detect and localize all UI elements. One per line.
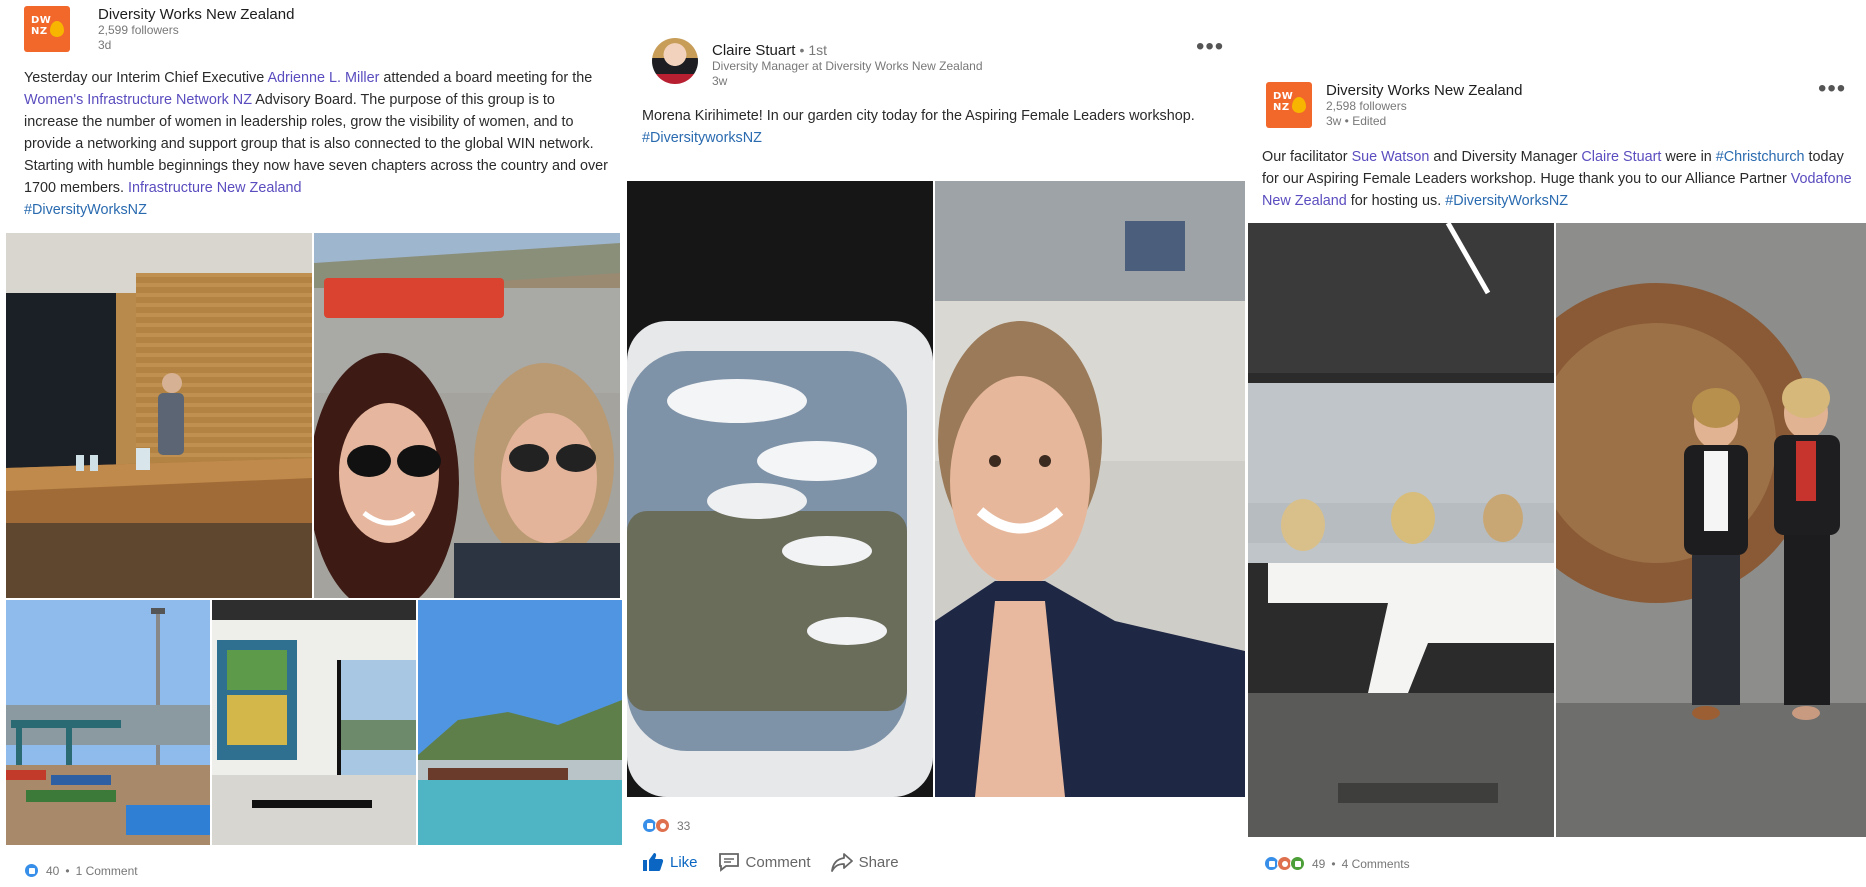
more-options-icon[interactable]: ••• xyxy=(1818,77,1846,101)
text-segment: were in xyxy=(1661,149,1716,165)
photo-selfie-christchurch[interactable] xyxy=(935,181,1245,797)
mention-link[interactable]: Sue Watson xyxy=(1352,149,1430,165)
author-name[interactable]: Claire Stuart xyxy=(712,42,795,59)
photo-container-port[interactable] xyxy=(6,600,210,845)
post-claire-stuart: Claire Stuart • 1st Diversity Manager at… xyxy=(626,0,1246,887)
like-reaction-icon xyxy=(24,863,39,878)
hashtag-link[interactable]: #DiversityworksNZ xyxy=(642,130,762,146)
logo-mark xyxy=(50,21,64,37)
author-name[interactable]: Diversity Works New Zealand xyxy=(1326,82,1522,99)
like-button[interactable]: Like xyxy=(642,852,698,872)
photo-selfie-port[interactable] xyxy=(314,233,620,598)
author-name[interactable]: Diversity Works New Zealand xyxy=(98,6,294,23)
reactions-summary[interactable]: 40 • 1 Comment xyxy=(24,863,138,878)
follower-count: 2,598 followers xyxy=(1326,99,1407,113)
text-segment: Morena Kirihimete! In our garden city to… xyxy=(642,108,1195,124)
post-text: Our facilitator Sue Watson and Diversity… xyxy=(1262,146,1852,212)
share-arrow-icon xyxy=(830,853,853,872)
photo-boardroom-art xyxy=(6,233,312,598)
hashtag-link[interactable]: #DiversityWorksNZ xyxy=(1445,193,1568,209)
photo-container-art xyxy=(6,600,210,845)
like-label: Like xyxy=(670,853,698,871)
photo-harbour-art xyxy=(418,600,622,845)
mention-link[interactable]: Claire Stuart xyxy=(1581,149,1661,165)
thumbs-up-icon xyxy=(643,853,664,871)
photo-workshop-art xyxy=(1248,223,1554,837)
mention-link[interactable]: Women's Infrastructure Network NZ xyxy=(24,92,252,108)
text-segment: attended a board meeting for the xyxy=(379,70,593,86)
post-text: Yesterday our Interim Chief Executive Ad… xyxy=(24,67,608,221)
avatar[interactable] xyxy=(652,38,698,84)
separator-dot: • xyxy=(65,863,70,878)
post-header: Claire Stuart • 1st Diversity Manager at… xyxy=(652,38,983,89)
post-diversity-works-workshop: DW NZ Diversity Works New Zealand 2,598 … xyxy=(1248,0,1866,887)
photo-selfie-art xyxy=(935,181,1245,797)
reaction-count: 40 xyxy=(46,863,60,878)
text-segment: for hosting us. xyxy=(1346,193,1446,209)
mention-link[interactable]: Adrienne L. Miller xyxy=(267,70,379,86)
text-segment: Our facilitator xyxy=(1262,149,1352,165)
hashtag-link[interactable]: #DiversityWorksNZ xyxy=(24,202,147,218)
connection-degree: • 1st xyxy=(799,42,828,58)
comment-button[interactable]: Comment xyxy=(718,852,811,872)
text-segment: and Diversity Manager xyxy=(1429,149,1582,165)
photo-airplane-art xyxy=(627,181,933,797)
action-bar: Like Comment Share xyxy=(642,852,919,872)
post-diversity-works-board-meeting: DW NZ Diversity Works New Zealand 2,599 … xyxy=(0,0,624,887)
post-age: 3d xyxy=(98,38,112,52)
text-segment: Yesterday our Interim Chief Executive xyxy=(24,70,268,86)
photo-office-window[interactable] xyxy=(212,600,416,845)
share-button[interactable]: Share xyxy=(830,852,899,872)
photo-facilitators-art xyxy=(1556,223,1866,837)
celebrate-reaction-icon xyxy=(1290,856,1305,871)
logo-mark xyxy=(1292,97,1306,113)
comment-label: Comment xyxy=(745,853,811,871)
author-headline: Diversity Manager at Diversity Works New… xyxy=(712,59,983,73)
photo-boardroom-presenter[interactable] xyxy=(6,233,312,598)
comment-icon xyxy=(718,853,739,872)
reactions-summary[interactable]: 49 • 4 Comments xyxy=(1264,856,1410,871)
photo-harbour-ship[interactable] xyxy=(418,600,622,845)
mention-link[interactable]: Infrastructure New Zealand xyxy=(128,180,302,196)
share-label: Share xyxy=(858,853,899,871)
photo-selfie-art xyxy=(314,233,620,598)
reaction-count: 49 xyxy=(1312,856,1326,871)
post-age: 3w xyxy=(712,74,728,88)
photo-workshop-room[interactable] xyxy=(1248,223,1554,837)
reactions-summary[interactable]: 33 xyxy=(642,818,690,833)
photo-facilitators[interactable] xyxy=(1556,223,1866,837)
post-text: Morena Kirihimete! In our garden city to… xyxy=(642,105,1232,149)
love-reaction-icon xyxy=(655,818,670,833)
company-logo[interactable]: DW NZ xyxy=(24,6,70,52)
comment-count[interactable]: 4 Comments xyxy=(1342,857,1410,871)
more-options-icon[interactable]: ••• xyxy=(1196,35,1224,59)
hashtag-link[interactable]: #Christchurch xyxy=(1716,149,1805,165)
comment-count[interactable]: 1 Comment xyxy=(76,864,138,878)
separator-dot: • xyxy=(1331,856,1336,871)
post-header: DW NZ Diversity Works New Zealand 2,598 … xyxy=(1266,82,1522,129)
photo-airplane-window[interactable] xyxy=(627,181,933,797)
reaction-count: 33 xyxy=(677,818,691,833)
company-logo[interactable]: DW NZ xyxy=(1266,82,1312,128)
post-age: 3w • Edited xyxy=(1326,114,1387,128)
follower-count: 2,599 followers xyxy=(98,23,179,37)
photo-office-art xyxy=(212,600,416,845)
post-header: DW NZ Diversity Works New Zealand 2,599 … xyxy=(24,6,294,53)
